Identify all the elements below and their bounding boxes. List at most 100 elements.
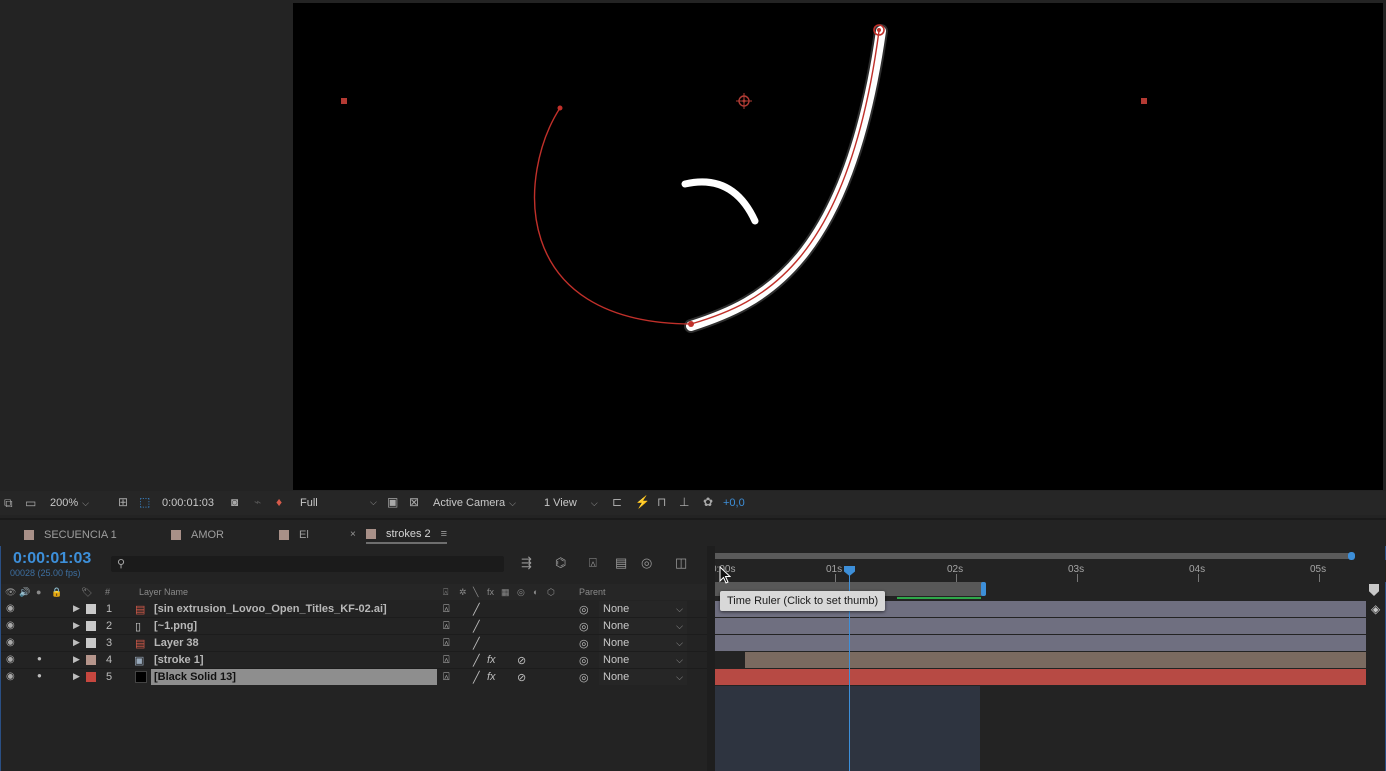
grid-icon[interactable]: ⊞ [118,496,128,508]
toggle-pixel-aspect-icon[interactable]: ⊏ [612,496,622,508]
layer-name-header[interactable]: Layer Name [139,587,188,597]
camera-snapshot-icon[interactable]: ◙ [231,496,238,508]
show-snapshot-icon[interactable]: ⌁ [254,496,261,508]
eye-icon[interactable]: ◉ [6,654,15,666]
graph-editor-icon[interactable]: ◫ [675,555,687,571]
quality-icon[interactable]: ╱ [473,637,480,650]
timeline-icon[interactable]: ⊓ [657,496,666,508]
layer-label-swatch[interactable] [86,672,96,682]
layer-label-swatch[interactable] [86,621,96,631]
pickwhip-icon[interactable]: ◎ [579,654,589,667]
parent-select[interactable]: None ⌵ [599,669,687,685]
motion-blur-icon[interactable]: ⊘ [517,654,526,667]
shy-icon[interactable]: ⍓ [443,637,450,650]
monitor-icon[interactable]: ▭ [25,497,36,509]
layer-bar-2[interactable] [715,618,1366,634]
work-area-end-handle[interactable] [981,582,986,596]
region-of-interest-icon[interactable]: ▣ [387,496,398,508]
video-eye-icon[interactable]: 👁 [5,587,16,598]
timeline-graph-area[interactable]: 0:00s 01s 02s 03s 04s 05s [707,546,1386,771]
eye-icon[interactable]: ◉ [6,620,15,632]
exposure-value[interactable]: +0,0 [723,497,745,509]
parent-select[interactable]: None ⌵ [599,618,687,634]
mask-visibility-icon[interactable]: ⬚ [139,496,150,508]
navigator-end-handle[interactable] [1348,552,1355,560]
tab-secuencia-1[interactable]: SECUENCIA 1 [24,526,117,544]
layer-name[interactable]: Layer 38 [151,635,437,651]
time-ruler[interactable] [707,560,1386,582]
layer-row-4[interactable]: ◉ ● ▶ 4 ▣ [stroke 1] ⍓ ╱ fx ⊘ ◎ None ⌵ [1,652,707,668]
layer-row-3[interactable]: ◉ ▶ 3 ▤ Layer 38 ⍓ ╱ ◎ None ⌵ [1,635,707,651]
shy-layers-icon[interactable]: ⍓ [589,555,597,571]
motion-blur-icon[interactable]: ◎ [641,555,652,571]
tab-strokes-2[interactable]: strokes 2 ≡ [366,526,448,544]
flowchart-icon[interactable]: ⊥ [679,496,689,508]
fast-previews-icon[interactable]: ⚡ [635,496,650,508]
layer-search-input[interactable]: ⚲ [111,556,504,572]
shy-icon[interactable]: ⍓ [443,603,450,616]
motion-blur-icon[interactable]: ⊘ [517,671,526,684]
layer-row-5[interactable]: ◉ ● ▶ 5 [Black Solid 13] ⍓ ╱ fx ⊘ ◎ None… [1,669,707,685]
pickwhip-icon[interactable]: ◎ [579,671,589,684]
audio-icon[interactable]: 🔊 [19,587,30,598]
reset-exposure-icon[interactable]: ✿ [703,496,713,508]
current-time-display[interactable]: 0:00:01:03 [13,550,91,568]
panel-menu-icon[interactable]: ≡ [441,528,447,540]
frame-blending-icon[interactable]: ▤ [615,555,627,571]
time-navigator-bar[interactable] [711,553,1351,559]
shy-icon[interactable]: ⍓ [443,654,450,667]
expand-arrow-icon[interactable]: ▶ [73,620,80,631]
quality-icon[interactable]: ╱ [473,671,480,684]
quality-icon[interactable]: ╱ [473,654,480,667]
parent-select[interactable]: None ⌵ [599,635,687,651]
eye-icon[interactable]: ◉ [6,671,15,683]
pickwhip-icon[interactable]: ◎ [579,637,589,650]
zoom-select[interactable]: 200% ⌵ [50,497,89,509]
tab-amor[interactable]: AMOR [171,526,224,544]
view-layout-select[interactable]: 1 View ⌵ [544,497,598,509]
parent-select[interactable]: None ⌵ [599,652,687,668]
layer-bar-3[interactable] [715,635,1366,651]
layer-bar-4[interactable] [745,652,1366,668]
always-preview-icon[interactable]: ⧉ [4,497,13,509]
tab-el[interactable]: El [279,526,309,544]
channel-icon[interactable]: ♦ [276,496,282,508]
effects-icon[interactable]: fx [487,671,496,683]
transparency-grid-icon[interactable]: ⊠ [409,496,419,508]
eye-icon[interactable]: ◉ [6,603,15,615]
solo-icon[interactable]: ● [36,587,41,597]
keyframe-nav-icon[interactable]: ◈ [1371,602,1380,616]
layer-label-swatch[interactable] [86,604,96,614]
draft-3d-icon[interactable]: ⌬ [555,555,566,571]
comp-end-marker-icon[interactable] [1369,584,1379,596]
layer-row-2[interactable]: ◉ ▶ 2 ▯ [~1.png] ⍓ ╱ ◎ None ⌵ [1,618,707,634]
lock-icon[interactable]: 🔒 [51,587,62,598]
composition-flowchart-icon[interactable]: ⇶ [521,555,532,571]
layer-name[interactable]: [sin extrusion_Lovoo_Open_Titles_KF-02.a… [151,601,437,617]
close-tab-icon[interactable]: × [350,529,356,540]
solo-dot-icon[interactable]: ● [37,671,42,680]
layer-name[interactable]: [Black Solid 13] [151,669,437,685]
layer-name[interactable]: [~1.png] [151,618,437,634]
composition-viewer[interactable] [293,3,1383,490]
layer-label-swatch[interactable] [86,655,96,665]
expand-arrow-icon[interactable]: ▶ [73,637,80,648]
viewer-timecode[interactable]: 0:00:01:03 [162,497,214,509]
parent-select[interactable]: None ⌵ [599,601,687,617]
layer-label-swatch[interactable] [86,638,96,648]
quality-icon[interactable]: ╱ [473,620,480,633]
resolution-chevron-icon[interactable]: ⌵ [370,497,377,508]
expand-arrow-icon[interactable]: ▶ [73,603,80,614]
quality-icon[interactable]: ╱ [473,603,480,616]
expand-arrow-icon[interactable]: ▶ [73,654,80,665]
eye-icon[interactable]: ◉ [6,637,15,649]
resolution-select[interactable]: Full [300,497,318,509]
pickwhip-icon[interactable]: ◎ [579,603,589,616]
layer-row-1[interactable]: ◉ ▶ 1 ▤ [sin extrusion_Lovoo_Open_Titles… [1,601,707,617]
shy-icon[interactable]: ⍓ [443,671,450,684]
layer-name[interactable]: [stroke 1] [151,652,437,668]
effects-icon[interactable]: fx [487,654,496,666]
shy-icon[interactable]: ⍓ [443,620,450,633]
expand-arrow-icon[interactable]: ▶ [73,671,80,682]
pickwhip-icon[interactable]: ◎ [579,620,589,633]
